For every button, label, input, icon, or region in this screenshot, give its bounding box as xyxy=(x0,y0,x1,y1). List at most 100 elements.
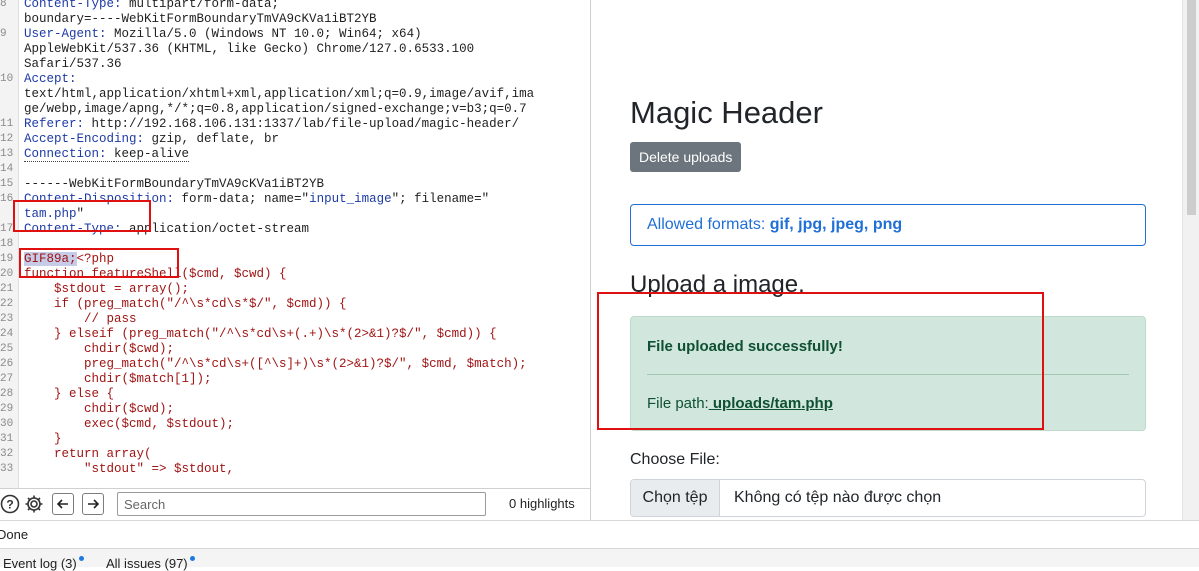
next-match-button[interactable] xyxy=(82,493,104,515)
code-token: text/html,application/xhtml+xml,applicat… xyxy=(24,87,535,101)
line-number: 25 xyxy=(0,343,14,355)
code-token: return array( xyxy=(24,447,152,461)
code-token: keep-alive xyxy=(114,147,190,162)
line-text: Content-Type: multipart/form-data; xyxy=(24,0,279,12)
tab-event-log[interactable]: Event log (3) xyxy=(3,556,84,571)
annotation-box-filename xyxy=(13,200,151,232)
line-number: 15 xyxy=(0,178,14,190)
line-number: 33 xyxy=(0,463,14,475)
line-text: Safari/537.36 xyxy=(24,57,122,72)
code-token: ge/webp,image/apng,*/*;q=0.8,application… xyxy=(24,102,527,116)
line-number: 23 xyxy=(0,313,14,325)
code-token: } else { xyxy=(24,387,115,401)
editor-search-toolbar: ? 0 highlights xyxy=(0,488,590,520)
code-token: User-Agent: xyxy=(24,27,115,41)
code-token: chdir($cwd); xyxy=(24,342,175,356)
search-input[interactable] xyxy=(117,492,486,516)
line-number: 27 xyxy=(0,373,14,385)
code-token: Connection: xyxy=(24,147,115,162)
code-token: Content-Type: xyxy=(24,0,130,11)
code-token: preg_match("/^\s*cd\s+([^\s]+)\s*(2>&1)?… xyxy=(24,357,527,371)
choose-file-label: Choose File: xyxy=(630,451,720,468)
page-scrollbar[interactable] xyxy=(1182,0,1199,520)
line-text: Accept: xyxy=(24,72,77,87)
previous-match-button[interactable] xyxy=(52,493,74,515)
status-text: Done xyxy=(0,527,29,542)
line-text: } xyxy=(24,432,62,447)
delete-uploads-button[interactable]: Delete uploads xyxy=(630,142,742,172)
line-text: } else { xyxy=(24,387,114,402)
code-token: Accept: xyxy=(24,72,77,86)
annotation-box-magic-bytes xyxy=(19,248,179,278)
line-text: Connection: keep-alive xyxy=(24,147,190,162)
file-input[interactable]: Chọn tệp Không có tệp nào được chọn xyxy=(630,479,1146,517)
code-token: http://192.168.106.131:1337/lab/file-upl… xyxy=(91,117,520,131)
line-number: 24 xyxy=(0,328,14,340)
code-token: } xyxy=(24,432,62,446)
code-token: Safari/537.36 xyxy=(24,57,122,71)
line-text: preg_match("/^\s*cd\s+([^\s]+)\s*(2>&1)?… xyxy=(24,357,527,372)
scrollbar-thumb[interactable] xyxy=(1187,0,1196,215)
line-number: 32 xyxy=(0,448,14,460)
line-text: text/html,application/xhtml+xml,applicat… xyxy=(24,87,534,102)
choose-file-button[interactable]: Chọn tệp xyxy=(631,480,720,516)
code-token: boundary=----WebKitFormBoundaryTmVA9cKVa… xyxy=(24,12,377,26)
code-token: chdir($cwd); xyxy=(24,402,175,416)
line-text: Referer: http://192.168.106.131:1337/lab… xyxy=(24,117,519,132)
code-token: Referer: xyxy=(24,117,92,131)
line-number: 14 xyxy=(0,163,14,175)
line-number: 11 xyxy=(0,118,14,130)
line-text: } elseif (preg_match("/^\s*cd\s+(.+)\s*(… xyxy=(24,327,497,342)
line-text: return array( xyxy=(24,447,152,462)
code-token: "; filename=" xyxy=(391,192,490,206)
line-text: boundary=----WebKitFormBoundaryTmVA9cKVa… xyxy=(24,12,377,27)
tab-event-log-label: Event log (3) xyxy=(3,556,77,571)
line-text: chdir($cwd); xyxy=(24,342,174,357)
help-icon[interactable]: ? xyxy=(0,493,21,515)
event-log-indicator-icon xyxy=(78,556,84,561)
code-token: // pass xyxy=(24,312,137,326)
line-text: User-Agent: Mozilla/5.0 (Windows NT 10.0… xyxy=(24,27,422,42)
line-number: 21 xyxy=(0,283,14,295)
code-token: multipart/form-data; xyxy=(129,0,280,11)
request-editor[interactable]: 8 Content-Type: multipart/form-data; bound… xyxy=(0,0,590,488)
allowed-formats-list: gif, jpg, jpeg, png xyxy=(769,216,903,233)
status-bar: Done xyxy=(0,520,1199,548)
line-number: 30 xyxy=(0,418,14,430)
line-number: 29 xyxy=(0,403,14,415)
line-text: ------WebKitFormBoundaryTmVA9cKVa1iBT2YB xyxy=(24,177,324,192)
annotation-box-upload-result xyxy=(597,292,1044,430)
code-token: Mozilla/5.0 (Windows NT 10.0; Win64; x64… xyxy=(114,27,422,41)
code-token: $stdout = array(); xyxy=(24,282,190,296)
svg-text:?: ? xyxy=(6,498,13,512)
line-number: 20 xyxy=(0,268,14,280)
line-text: AppleWebKit/537.36 (KHTML, like Gecko) C… xyxy=(24,42,474,57)
settings-gear-icon[interactable] xyxy=(23,493,45,515)
code-token: form-data; name=" xyxy=(181,192,310,206)
code-token: ------WebKitFormBoundaryTmVA9cKVa1iBT2YB xyxy=(24,177,325,191)
code-token: application/octet-stream xyxy=(129,222,310,236)
line-text: // pass xyxy=(24,312,137,327)
code-token: gzip, deflate, br xyxy=(151,132,280,146)
line-number: 9 xyxy=(0,28,7,40)
tab-all-issues[interactable]: All issues (97) xyxy=(106,556,195,571)
allowed-formats-info: Allowed formats: gif, jpg, jpeg, png xyxy=(630,204,1146,246)
code-token: Accept-Encoding: xyxy=(24,132,152,146)
line-text: "stdout" => $stdout, xyxy=(24,462,234,477)
rendered-response: Magic Header Delete uploads Allowed form… xyxy=(591,0,1199,520)
highlights-count: 0 highlights xyxy=(509,496,575,511)
code-token: input_image xyxy=(309,192,392,206)
line-number: 26 xyxy=(0,358,14,370)
line-number: 19 xyxy=(0,253,14,265)
line-number: 8 xyxy=(0,0,7,10)
allowed-formats-label: Allowed formats: xyxy=(647,216,770,233)
line-text: chdir($cwd); xyxy=(24,402,174,417)
code-token: AppleWebKit/537.36 (KHTML, like Gecko) C… xyxy=(24,42,475,56)
code-token: chdir($match[1]); xyxy=(24,372,212,386)
line-number: 10 xyxy=(0,73,14,85)
tab-all-issues-label: All issues (97) xyxy=(106,556,188,571)
line-number: 12 xyxy=(0,133,14,145)
line-number: 18 xyxy=(0,238,14,250)
request-code[interactable]: 8 Content-Type: multipart/form-data; bound… xyxy=(0,0,590,488)
code-token: "stdout" => $stdout, xyxy=(24,462,235,476)
